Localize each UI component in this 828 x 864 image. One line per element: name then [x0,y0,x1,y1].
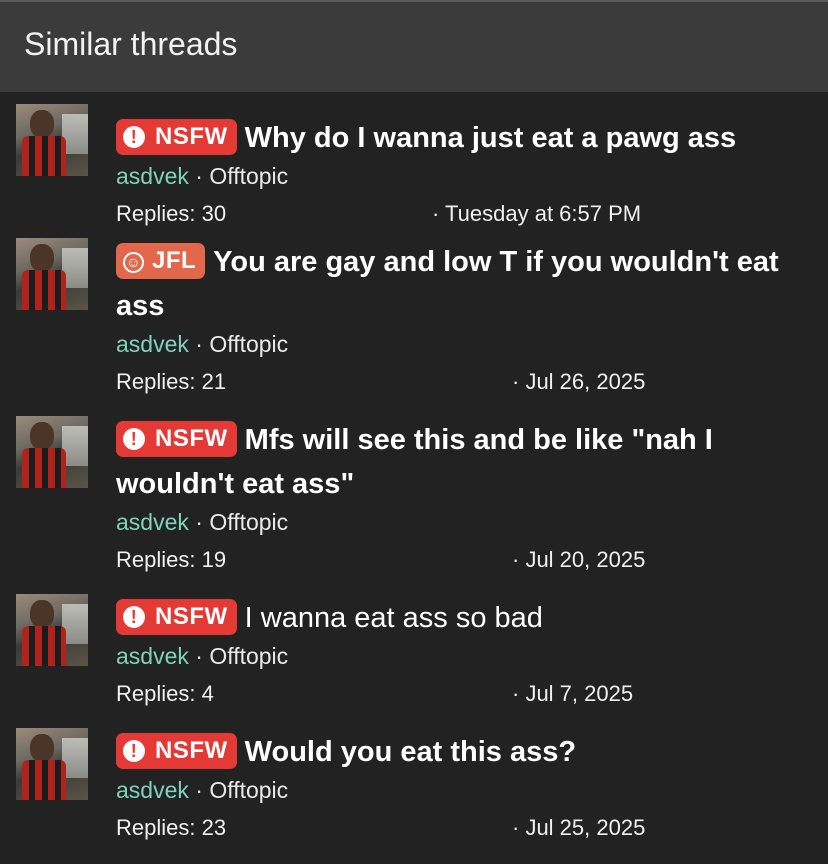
thread-title-line: ☺ JFL You are gay and low T if you wouldn'… [116,240,816,328]
badge-label: NSFW [155,603,228,630]
thread-stats: Replies: 4 · Jul 7, 2025 [116,678,816,710]
thread-meta: asdvek · Offtopic [116,506,816,538]
last-post-date[interactable]: · Tuesday at 6:57 PM [432,198,641,230]
thread-title-line: ! NSFW I wanna eat ass so bad [116,596,816,640]
thread-stats: Replies: 30 · Tuesday at 6:57 PM [116,198,816,230]
meta-separator: · [188,331,210,357]
reply-count: Replies: 30 [116,201,227,226]
avatar[interactable] [16,416,88,488]
forum-link[interactable]: Offtopic [209,643,288,669]
thread-title-link[interactable]: Would you eat this ass? [245,736,576,768]
exclamation-circle-icon: ! [123,428,145,450]
reply-count: Replies: 19 [116,547,227,572]
nsfw-badge: ! NSFW [116,733,237,769]
thread-title-link[interactable]: Why do I wanna just eat a pawg ass [245,122,737,154]
forum-link[interactable]: Offtopic [209,777,288,803]
thread-meta: asdvek · Offtopic [116,774,816,806]
thread-title-line: ! NSFW Why do I wanna just eat a pawg ass [116,116,816,160]
meta-separator: · [188,163,210,189]
last-post-date[interactable]: · Jul 7, 2025 [512,678,633,710]
badge-label: NSFW [155,123,228,150]
avatar[interactable] [16,594,88,666]
author-link[interactable]: asdvek [116,331,189,357]
exclamation-circle-icon: ! [123,126,145,148]
thread-title-link[interactable]: You are gay and low T if you wouldn't ea… [116,246,779,322]
thread-meta: asdvek · Offtopic [116,640,816,672]
reply-count: Replies: 21 [116,369,227,394]
nsfw-badge: ! NSFW [116,119,237,155]
last-post-date[interactable]: · Jul 20, 2025 [512,544,645,576]
section-title: Similar threads [24,25,238,62]
nsfw-badge: ! NSFW [116,599,237,635]
laughing-face-icon: ☺ [123,252,144,273]
thread-meta: asdvek · Offtopic [116,328,816,360]
author-link[interactable]: asdvek [116,643,189,669]
author-link[interactable]: asdvek [116,163,189,189]
exclamation-circle-icon: ! [123,606,145,628]
badge-label: JFL [152,247,197,274]
avatar[interactable] [16,728,88,800]
thread-title-line: ! NSFW Mfs will see this and be like "nah … [116,418,816,506]
reply-count: Replies: 4 [116,681,214,706]
section-header: Similar threads [0,2,828,92]
forum-link[interactable]: Offtopic [209,509,288,535]
nsfw-badge: ! NSFW [116,421,237,457]
forum-link[interactable]: Offtopic [209,163,288,189]
badge-label: NSFW [155,425,228,452]
meta-separator: · [188,509,210,535]
thread-stats: Replies: 19 · Jul 20, 2025 [116,544,816,576]
last-post-date[interactable]: · Jul 25, 2025 [512,812,645,844]
avatar[interactable] [16,104,88,176]
reply-count: Replies: 23 [116,815,227,840]
meta-separator: · [188,777,210,803]
author-link[interactable]: asdvek [116,777,189,803]
avatar[interactable] [16,238,88,310]
thread-stats: Replies: 21 · Jul 26, 2025 [116,366,816,398]
thread-meta: asdvek · Offtopic [116,160,816,192]
thread-stats: Replies: 23 · Jul 25, 2025 [116,812,816,844]
meta-separator: · [188,643,210,669]
author-link[interactable]: asdvek [116,509,189,535]
jfl-badge: ☺ JFL [116,243,206,279]
exclamation-circle-icon: ! [123,740,145,762]
forum-link[interactable]: Offtopic [209,331,288,357]
last-post-date[interactable]: · Jul 26, 2025 [512,366,645,398]
thread-title-line: ! NSFW Would you eat this ass? [116,730,816,774]
badge-label: NSFW [155,737,228,764]
thread-title-link[interactable]: I wanna eat ass so bad [245,602,543,634]
